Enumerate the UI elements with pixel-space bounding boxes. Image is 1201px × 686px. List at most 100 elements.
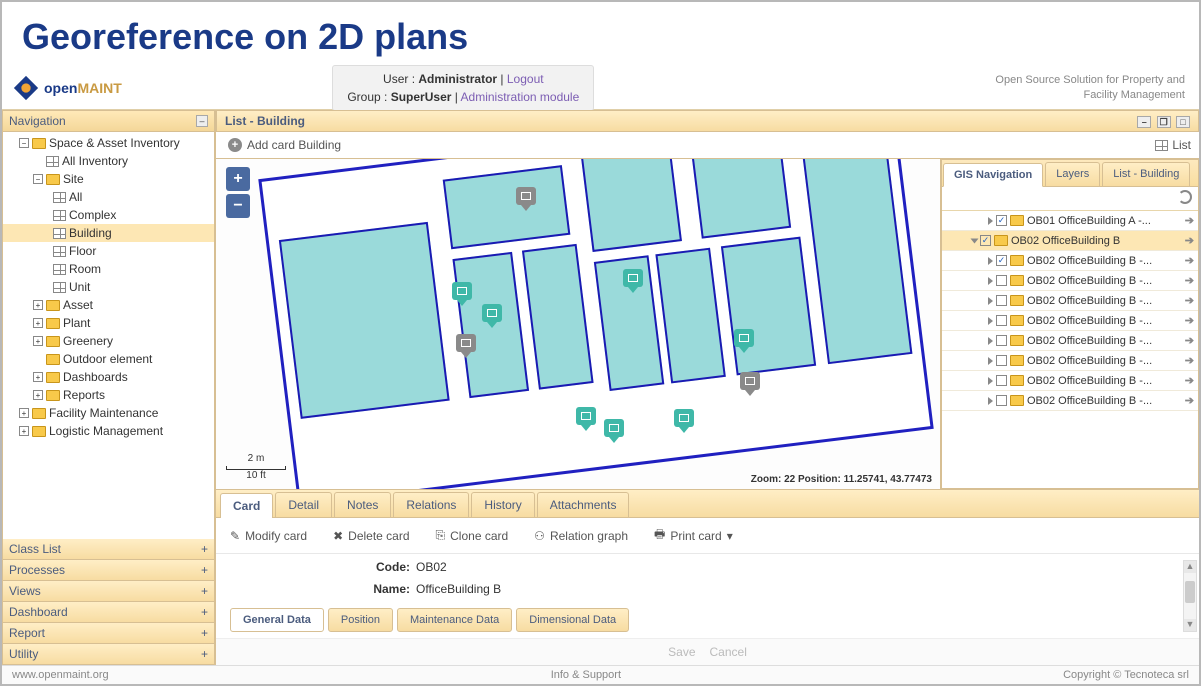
pc-marker[interactable] [482, 304, 502, 326]
window-min-icon[interactable]: – [1137, 116, 1151, 128]
window-restore-icon[interactable]: ❐ [1157, 116, 1171, 128]
checkbox[interactable] [996, 275, 1007, 286]
clone-card-button[interactable]: ⎘Clone card [432, 526, 513, 545]
goto-icon[interactable]: ➔ [1185, 314, 1194, 327]
gis-tree-row[interactable]: OB02 OfficeBuilding B -...➔ [942, 391, 1198, 411]
delete-card-button[interactable]: ✖Delete card [329, 527, 413, 545]
gis-tree-row[interactable]: OB02 OfficeBuilding B -...➔ [942, 291, 1198, 311]
accordion-dashboard[interactable]: Dashboard+ [2, 602, 215, 623]
zoom-in-button[interactable]: + [226, 167, 250, 191]
accordion-class-list[interactable]: Class List+ [2, 539, 215, 560]
pc-marker[interactable] [674, 409, 694, 431]
checkbox[interactable] [996, 375, 1007, 386]
tree-node-building[interactable]: Building [3, 224, 214, 242]
asset-marker[interactable] [516, 187, 536, 209]
expand-icon[interactable] [988, 257, 993, 265]
pc-marker[interactable] [452, 282, 472, 304]
checkbox[interactable] [996, 315, 1007, 326]
checkbox[interactable] [996, 295, 1007, 306]
tree-node-all[interactable]: All [3, 188, 214, 206]
cancel-button[interactable]: Cancel [710, 645, 747, 659]
subtab-general[interactable]: General Data [230, 608, 324, 632]
nav-header[interactable]: Navigation – [2, 110, 215, 132]
tree-node-floor[interactable]: Floor [3, 242, 214, 260]
pc-marker[interactable] [604, 419, 624, 441]
tree-node-dashboards[interactable]: +Dashboards [3, 368, 214, 386]
tab-card[interactable]: Card [220, 493, 273, 518]
accordion-processes[interactable]: Processes+ [2, 560, 215, 581]
accordion-report[interactable]: Report+ [2, 623, 215, 644]
gis-tree-row[interactable]: OB02 OfficeBuilding B -...➔ [942, 331, 1198, 351]
tab-gis-list-building[interactable]: List - Building [1102, 162, 1190, 186]
modify-card-button[interactable]: ✎Modify card [226, 527, 311, 545]
tree-node-plant[interactable]: +Plant [3, 314, 214, 332]
subtab-position[interactable]: Position [328, 608, 393, 632]
goto-icon[interactable]: ➔ [1185, 254, 1194, 267]
tree-node-reports[interactable]: +Reports [3, 386, 214, 404]
gis-tree-row[interactable]: ✓OB02 OfficeBuilding B➔ [942, 231, 1198, 251]
gis-tree-row[interactable]: ✓OB02 OfficeBuilding B -...➔ [942, 251, 1198, 271]
subtab-dimensional[interactable]: Dimensional Data [516, 608, 629, 632]
relation-graph-button[interactable]: ⚇Relation graph [530, 527, 632, 545]
tab-history[interactable]: History [471, 492, 534, 517]
tab-detail[interactable]: Detail [275, 492, 332, 517]
goto-icon[interactable]: ➔ [1185, 334, 1194, 347]
save-button[interactable]: Save [668, 645, 695, 659]
tree-node-space-asset[interactable]: −Space & Asset Inventory [3, 134, 214, 152]
tab-attachments[interactable]: Attachments [537, 492, 630, 517]
checkbox[interactable] [996, 355, 1007, 366]
tree-node-asset[interactable]: +Asset [3, 296, 214, 314]
expand-icon[interactable] [988, 357, 993, 365]
refresh-icon[interactable] [1178, 190, 1192, 204]
expand-icon[interactable] [988, 337, 993, 345]
goto-icon[interactable]: ➔ [1185, 374, 1194, 387]
tree-node-complex[interactable]: Complex [3, 206, 214, 224]
goto-icon[interactable]: ➔ [1185, 354, 1194, 367]
expand-icon[interactable] [988, 297, 993, 305]
tree-node-all-inventory[interactable]: All Inventory [3, 152, 214, 170]
tree-node-unit[interactable]: Unit [3, 278, 214, 296]
tree-node-greenery[interactable]: +Greenery [3, 332, 214, 350]
gis-tree-row[interactable]: ✓OB01 OfficeBuilding A -...➔ [942, 211, 1198, 231]
goto-icon[interactable]: ➔ [1185, 214, 1194, 227]
tree-node-logistic-mgmt[interactable]: +Logistic Management [3, 422, 214, 440]
map-pane[interactable]: + − [216, 159, 941, 489]
expand-icon[interactable] [988, 397, 993, 405]
expand-icon[interactable] [988, 377, 993, 385]
expand-icon[interactable] [971, 238, 979, 243]
gis-tree-row[interactable]: OB02 OfficeBuilding B -...➔ [942, 271, 1198, 291]
tree-node-site[interactable]: −Site [3, 170, 214, 188]
list-view-button[interactable]: List [1155, 138, 1191, 152]
expand-icon[interactable] [988, 317, 993, 325]
window-max-icon[interactable]: □ [1176, 116, 1190, 128]
subtab-maintenance[interactable]: Maintenance Data [397, 608, 512, 632]
gis-tree-row[interactable]: OB02 OfficeBuilding B -...➔ [942, 311, 1198, 331]
goto-icon[interactable]: ➔ [1185, 234, 1194, 247]
expand-icon[interactable] [988, 277, 993, 285]
asset-marker[interactable] [740, 372, 760, 394]
form-scrollbar[interactable]: ▲ ▼ [1183, 560, 1197, 632]
tab-notes[interactable]: Notes [334, 492, 391, 517]
tab-gis-navigation[interactable]: GIS Navigation [943, 163, 1043, 187]
admin-module-link[interactable]: Administration module [461, 90, 580, 104]
accordion-utility[interactable]: Utility+ [2, 644, 215, 665]
footer-center[interactable]: Info & Support [551, 669, 621, 681]
tree-node-outdoor[interactable]: Outdoor element [3, 350, 214, 368]
checkbox[interactable]: ✓ [980, 235, 991, 246]
add-card-button[interactable]: + Add card Building [224, 136, 345, 154]
checkbox[interactable] [996, 395, 1007, 406]
goto-icon[interactable]: ➔ [1185, 274, 1194, 287]
tree-node-facility-maint[interactable]: +Facility Maintenance [3, 404, 214, 422]
goto-icon[interactable]: ➔ [1185, 294, 1194, 307]
footer-left[interactable]: www.openmaint.org [12, 669, 109, 681]
accordion-views[interactable]: Views+ [2, 581, 215, 602]
expand-icon[interactable] [988, 217, 993, 225]
tab-gis-layers[interactable]: Layers [1045, 162, 1100, 186]
checkbox[interactable] [996, 335, 1007, 346]
collapse-icon[interactable]: – [196, 115, 208, 127]
gis-tree-row[interactable]: OB02 OfficeBuilding B -...➔ [942, 371, 1198, 391]
checkbox[interactable]: ✓ [996, 215, 1007, 226]
checkbox[interactable]: ✓ [996, 255, 1007, 266]
print-card-button[interactable]: 🖶Print card ▾ [650, 523, 737, 548]
tree-node-room[interactable]: Room [3, 260, 214, 278]
